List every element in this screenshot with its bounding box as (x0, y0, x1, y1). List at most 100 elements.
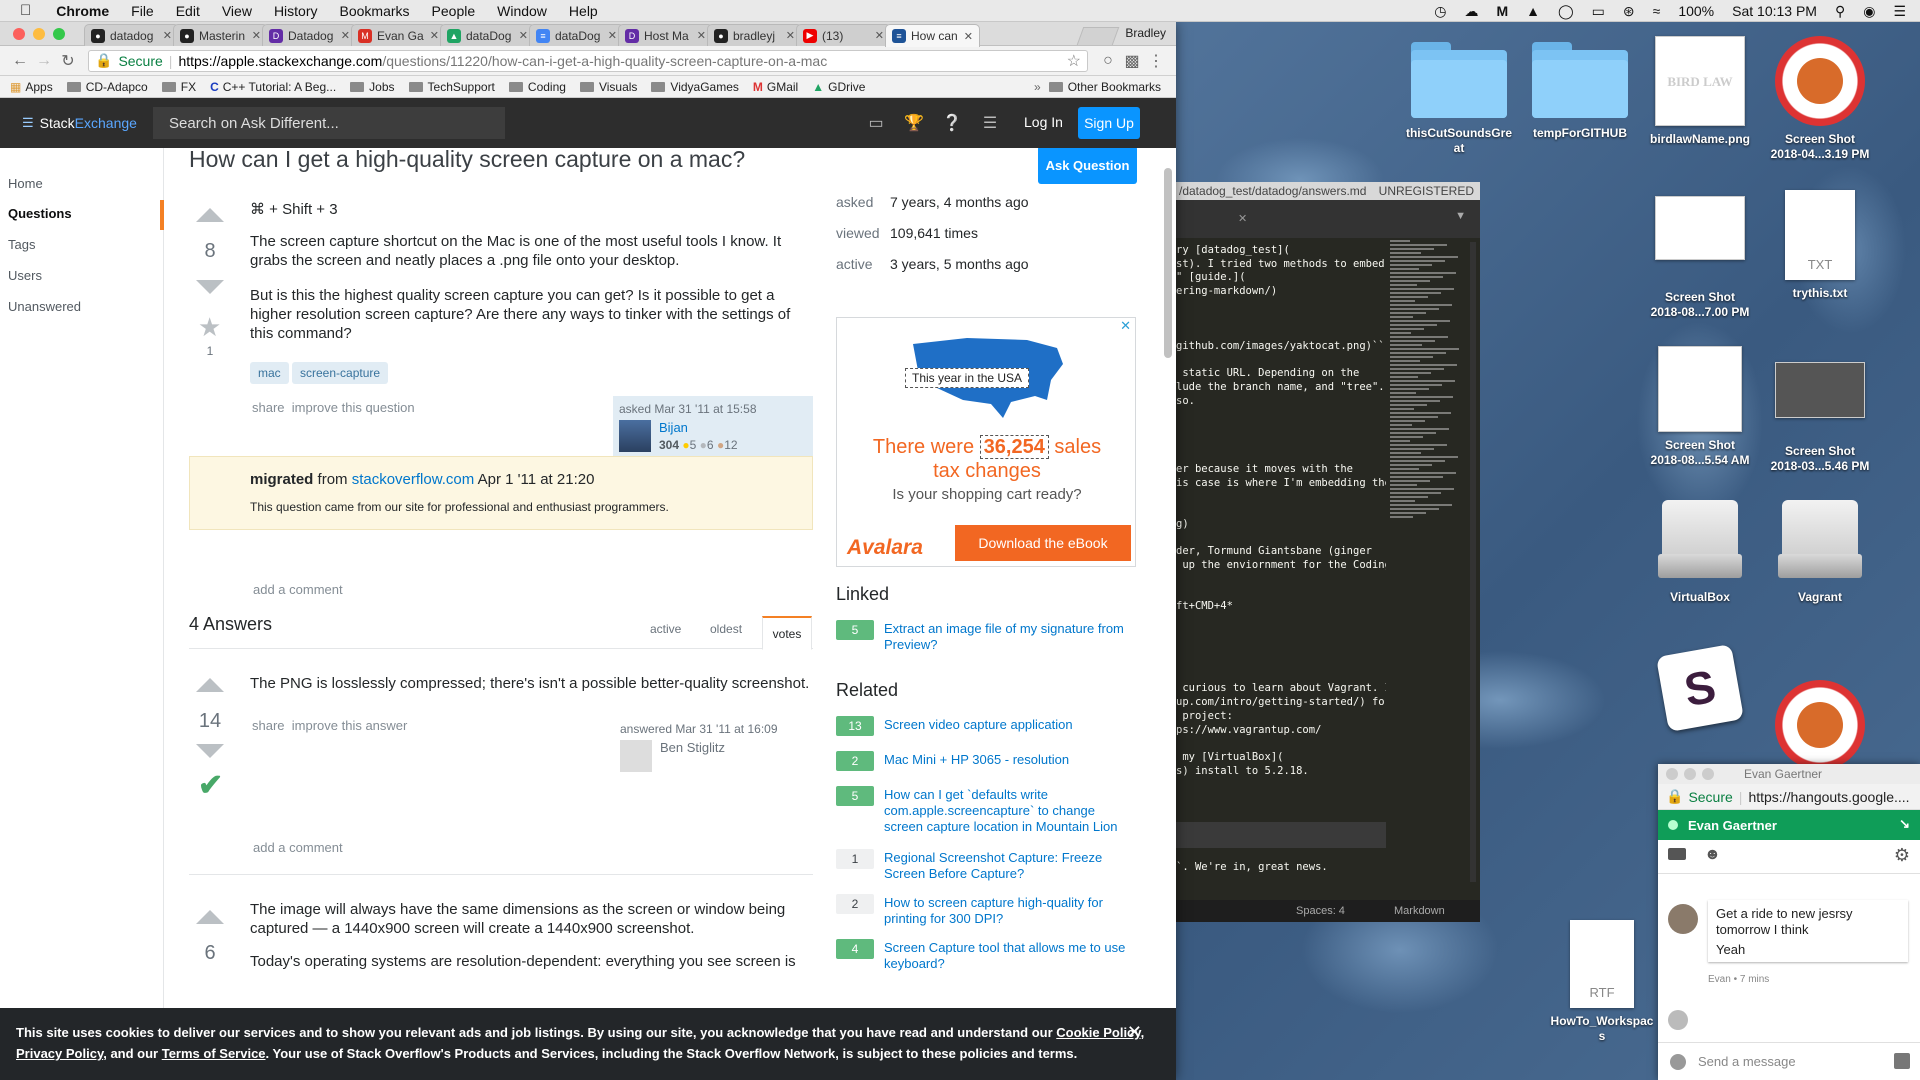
wifi-icon[interactable]: ≈ (1644, 3, 1670, 19)
bookmark-gdrive[interactable]: ▲ GDrive (812, 80, 865, 94)
editor-code-area[interactable]: ry [datadog_test](st). I tried two metho… (1176, 240, 1386, 880)
upvote-icon[interactable] (196, 208, 224, 222)
glasses-icon[interactable]: ◯ (1549, 3, 1583, 20)
text-editor-window[interactable]: /datadog_test/datadog/answers.md UNREGIS… (1176, 182, 1480, 922)
desktop-file-trythis[interactable]: TXT trythis.txt (1760, 190, 1880, 301)
achievements-trophy-icon[interactable]: 🏆 (904, 113, 924, 132)
browser-tab[interactable]: ▶ (13) ✕ (796, 24, 891, 46)
browser-tab[interactable]: ● Masterin ✕ (173, 24, 268, 46)
tag-screen-capture[interactable]: screen-capture (292, 362, 389, 384)
battery-status[interactable]: 100% (1669, 3, 1723, 19)
bookmark-gmail[interactable]: M GMail (753, 80, 798, 94)
bookmark-other[interactable]: » Other Bookmarks (1034, 80, 1161, 94)
close-tab-icon[interactable]: ✕ (964, 30, 973, 43)
inbox-icon[interactable]: ▭ (866, 113, 886, 132)
menu-edit[interactable]: Edit (165, 3, 211, 19)
chrome-menu-icon[interactable]: ⋮ (1144, 51, 1168, 71)
desktop-file-screenshot-owl-2[interactable] (1760, 680, 1880, 776)
browser-tab[interactable]: D Host Ma ✕ (618, 24, 713, 46)
browser-tab[interactable]: ≡ dataDog ✕ (529, 24, 624, 46)
close-tab-icon[interactable]: ✕ (163, 29, 172, 42)
avalara-advertisement[interactable]: ✕ This year in the USA There were 36,254… (836, 317, 1136, 567)
reload-icon[interactable]: ↻ (56, 51, 80, 71)
downvote-icon[interactable] (196, 280, 224, 294)
share-link[interactable]: share (252, 718, 285, 733)
add-comment-link[interactable]: add a comment (253, 582, 343, 597)
desktop-file-screenshot-3[interactable]: Screen Shot 2018-08...5.54 AM (1640, 346, 1760, 468)
desktop-app-slack[interactable]: S (1640, 643, 1760, 733)
ad-close-icon[interactable]: ✕ (1120, 318, 1131, 334)
hangouts-url-bar[interactable]: 🔒 Secure | https://hangouts.google.... (1658, 784, 1920, 810)
question-title[interactable]: How can I get a high-quality screen capt… (189, 148, 745, 173)
hangouts-title-bar[interactable]: Evan Gaertner (1658, 764, 1920, 784)
close-tab-icon[interactable]: ✕ (697, 29, 706, 42)
improve-question-link[interactable]: improve this question (292, 400, 415, 415)
browser-tab[interactable]: ≡ How can ✕ (885, 24, 980, 47)
close-tab-icon[interactable]: ✕ (1238, 212, 1247, 225)
bookmark-techsupport[interactable]: TechSupport (408, 80, 495, 94)
editor-scrollbar[interactable] (1470, 242, 1476, 882)
desktop-file-howto[interactable]: RTF HowTo_Workspac s (1542, 920, 1662, 1044)
close-tab-icon[interactable]: ✕ (430, 29, 439, 42)
time-machine-icon[interactable]: ◷ (1425, 3, 1455, 20)
extension-square-icon[interactable]: ▩ (1120, 51, 1144, 71)
linked-item[interactable]: 5 Extract an image file of my signature … (836, 620, 1136, 654)
privacy-policy-link[interactable]: Privacy Policy (16, 1046, 103, 1061)
notification-center-icon[interactable]: ☰ (1884, 3, 1920, 20)
apple-menu-icon[interactable]:  (0, 2, 45, 19)
bookmark-apps[interactable]: ▦ Apps (10, 80, 53, 94)
user-name-link[interactable]: Bijan (659, 420, 688, 435)
emoji-icon[interactable] (1670, 1054, 1686, 1070)
drive-sync-icon[interactable]: ▲ (1517, 3, 1549, 19)
address-bar[interactable]: 🔒 Secure | https://apple.stackexchange.c… (88, 49, 1088, 72)
add-person-icon[interactable]: ☻ (1704, 846, 1721, 864)
zoom-window-icon[interactable] (53, 28, 65, 40)
desktop-file-birdlawname[interactable]: BIRD LAW birdlawName.png (1640, 36, 1760, 147)
download-ebook-button[interactable]: Download the eBook (955, 525, 1131, 561)
linked-item-link[interactable]: Extract an image file of my signature fr… (884, 621, 1134, 653)
help-icon[interactable]: ❔ (942, 113, 962, 132)
close-tab-icon[interactable]: ✕ (786, 29, 795, 42)
desktop-folder-tempforgithub[interactable]: tempForGITHUB (1520, 42, 1640, 141)
bookmark-cd-adapco[interactable]: CD-Adapco (66, 80, 148, 94)
user-avatar[interactable] (620, 740, 652, 772)
attach-image-icon[interactable] (1894, 1053, 1910, 1069)
spotlight-search-icon[interactable]: ⚲ (1826, 3, 1854, 20)
hangouts-chat-window[interactable]: Evan Gaertner 🔒 Secure | https://hangout… (1658, 764, 1920, 1080)
close-banner-icon[interactable]: ✕ (1127, 1022, 1142, 1043)
profile-button[interactable]: Bradley (1125, 26, 1166, 40)
bookmark-vidyagames[interactable]: VidyaGames (651, 80, 739, 94)
tab-dropdown-icon[interactable]: ▼ (1455, 210, 1466, 222)
back-arrow-icon[interactable]: ← (8, 52, 32, 70)
message-compose-area[interactable]: Send a message (1658, 1042, 1920, 1080)
migrated-site-link[interactable]: stackoverflow.com (352, 471, 475, 488)
related-item-link[interactable]: Mac Mini + HP 3065 - resolution (884, 752, 1134, 768)
browser-tab[interactable]: ● datadog ✕ (84, 24, 179, 46)
share-link[interactable]: share (252, 400, 285, 415)
malwarebytes-icon[interactable]: M (1487, 3, 1517, 19)
browser-tab[interactable]: M Evan Ga ✕ (351, 24, 446, 46)
nav-questions[interactable]: Questions (8, 206, 72, 221)
browser-tab[interactable]: D Datadog ✕ (262, 24, 357, 46)
nav-users[interactable]: Users (8, 268, 42, 283)
bookmark-coding[interactable]: Coding (508, 80, 566, 94)
related-item-link[interactable]: How to screen capture high-quality for p… (884, 895, 1134, 927)
forward-arrow-icon[interactable]: → (32, 52, 56, 70)
close-tab-icon[interactable]: ✕ (519, 29, 528, 42)
menu-file[interactable]: File (120, 3, 165, 19)
related-item-link[interactable]: How can I get `defaults write com.apple.… (884, 787, 1134, 835)
sort-tab-votes[interactable]: votes (762, 616, 812, 650)
close-tab-icon[interactable]: ✕ (341, 29, 350, 42)
sign-up-button[interactable]: Sign Up (1078, 107, 1140, 139)
browser-tab[interactable]: ▲ dataDog ✕ (440, 24, 535, 46)
close-tab-icon[interactable]: ✕ (608, 29, 617, 42)
airplay-icon[interactable]: ▭ (1583, 3, 1614, 20)
clock[interactable]: Sat 10:13 PM (1723, 3, 1826, 19)
menu-view[interactable]: View (211, 3, 263, 19)
indentation-status[interactable]: Spaces: 4 (1296, 905, 1345, 917)
close-window-icon[interactable] (1666, 768, 1678, 780)
desktop-drive-virtualbox[interactable]: VirtualBox (1640, 500, 1760, 605)
site-switcher-icon[interactable]: ☰ (980, 113, 1000, 132)
related-item-link[interactable]: Regional Screenshot Capture: Freeze Scre… (884, 850, 1134, 882)
user-avatar[interactable] (619, 420, 651, 452)
